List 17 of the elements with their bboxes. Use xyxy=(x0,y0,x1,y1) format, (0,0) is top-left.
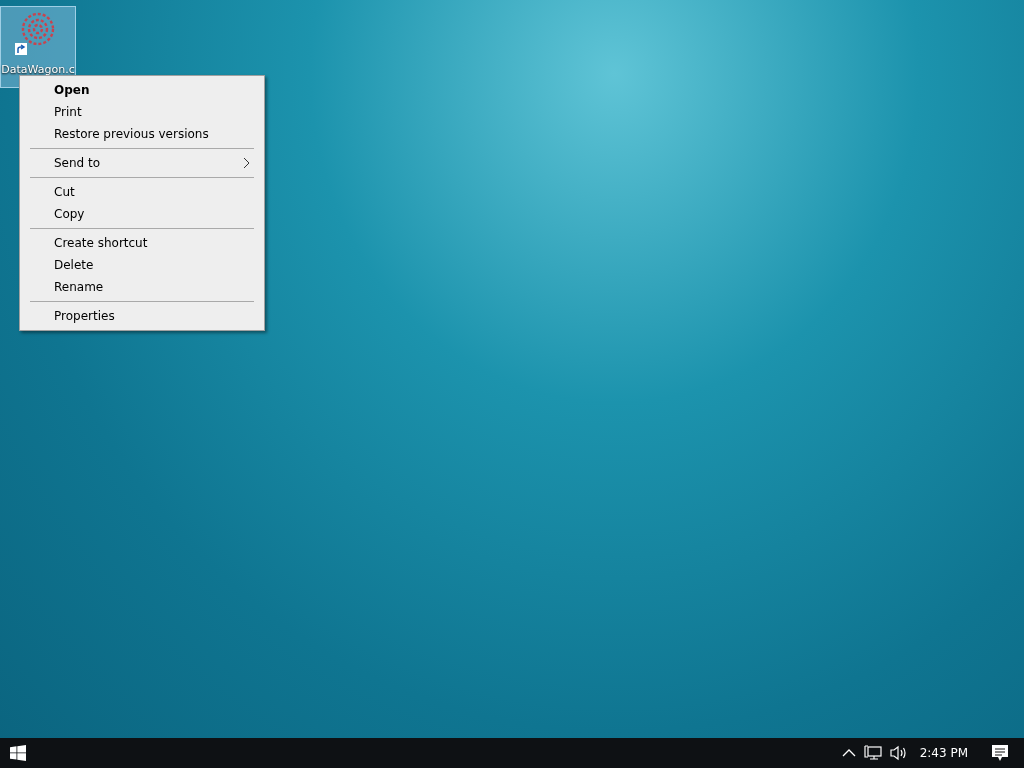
menu-item[interactable]: Send to xyxy=(22,152,262,174)
windows-start-icon[interactable] xyxy=(10,745,26,761)
menu-item[interactable]: Properties xyxy=(22,305,262,327)
clock[interactable]: 2:43 PM xyxy=(919,746,968,760)
speaker-icon[interactable] xyxy=(889,745,908,761)
menu-item[interactable]: Create shortcut xyxy=(22,232,262,254)
shortcut-arrow-icon xyxy=(15,43,27,55)
network-icon[interactable] xyxy=(863,745,882,761)
shortcut-label: DataWagon.c xyxy=(1,63,75,76)
notification-icon[interactable] xyxy=(992,744,1008,762)
menu-item[interactable]: Copy xyxy=(22,203,262,225)
menu-item[interactable]: Rename xyxy=(22,276,262,298)
menu-item[interactable]: Print xyxy=(22,101,262,123)
menu-item[interactable]: Restore previous versions xyxy=(22,123,262,145)
menu-item[interactable]: Cut xyxy=(22,181,262,203)
menu-item[interactable]: Delete xyxy=(22,254,262,276)
chevron-up-icon[interactable] xyxy=(841,748,856,758)
